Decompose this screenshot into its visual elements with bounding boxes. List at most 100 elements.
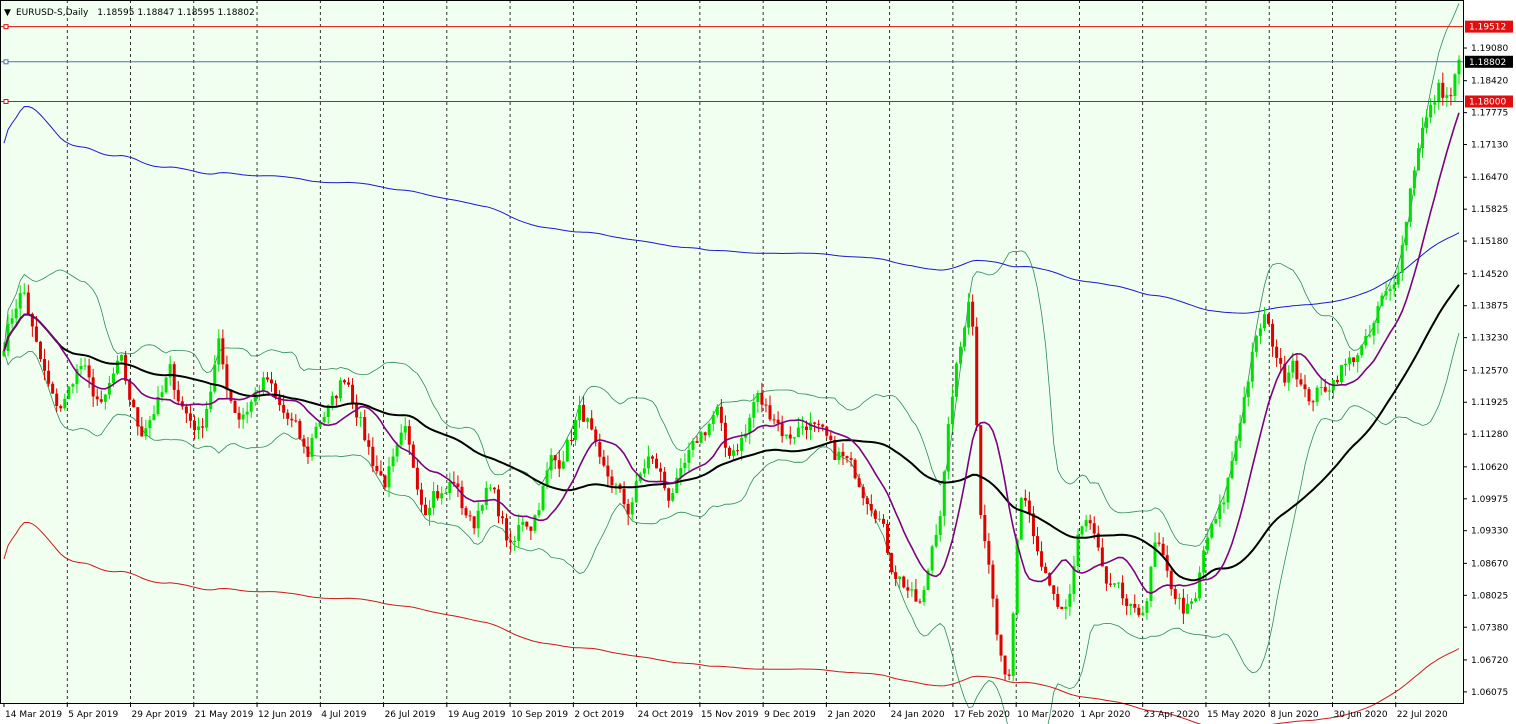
- candle-body: [346, 382, 350, 385]
- candle-body: [954, 363, 958, 397]
- candle-body: [1275, 346, 1279, 358]
- x-tick-label: 26 Jul 2019: [385, 710, 436, 720]
- candle-body: [800, 426, 804, 428]
- candle-body: [314, 426, 318, 438]
- candle-body: [322, 416, 326, 422]
- candle-body: [55, 393, 59, 407]
- candle-body: [582, 404, 586, 422]
- candle-body: [1064, 606, 1068, 609]
- x-tick-label: 24 Oct 2019: [638, 710, 694, 720]
- candle-body: [1234, 440, 1238, 461]
- candle-body: [958, 346, 962, 364]
- candle-body: [602, 456, 606, 466]
- candle-body: [1416, 148, 1420, 171]
- collapse-arrow-icon[interactable]: ▼: [4, 8, 11, 18]
- candle-body: [845, 456, 849, 459]
- candle-body: [1238, 423, 1242, 441]
- candle-body: [1392, 284, 1396, 289]
- candle-body: [1145, 601, 1149, 613]
- candle-body: [249, 401, 253, 412]
- y-tick-label: 1.07380: [1471, 623, 1508, 633]
- price-tag-label: 1.19512: [1469, 23, 1506, 33]
- candle-body: [436, 491, 440, 499]
- candle-body: [505, 518, 509, 541]
- candle-body: [1364, 335, 1368, 346]
- candle-body: [1210, 523, 1214, 538]
- candle-body: [756, 392, 760, 403]
- y-tick-label: 1.17130: [1471, 141, 1508, 151]
- candle-body: [144, 428, 148, 437]
- candle-body: [205, 408, 209, 428]
- candle-body: [841, 451, 845, 457]
- candle-body: [103, 394, 107, 402]
- candle-body: [298, 420, 302, 439]
- candle-body: [865, 498, 869, 505]
- candle-body: [306, 446, 310, 457]
- candle-body: [428, 507, 432, 516]
- candle-body: [1198, 572, 1202, 599]
- candle-body: [537, 510, 541, 516]
- candle-body: [910, 589, 914, 591]
- candle-body: [946, 424, 950, 472]
- candle-body: [407, 426, 411, 445]
- candle-body: [934, 534, 938, 547]
- candle-body: [2, 351, 6, 356]
- candle-body: [853, 459, 857, 479]
- candle-body: [727, 447, 731, 456]
- candle-body: [1190, 601, 1194, 604]
- candle-body: [825, 426, 829, 436]
- y-tick-label: 1.08025: [1471, 591, 1508, 601]
- candle-body: [51, 383, 55, 394]
- candle-body: [1202, 550, 1206, 573]
- level-handle: [3, 24, 9, 30]
- candle-body: [740, 437, 744, 451]
- candle-body: [310, 437, 314, 457]
- candle-body: [1068, 593, 1072, 607]
- candle-body: [367, 440, 371, 447]
- candle-body: [140, 426, 144, 437]
- candle-body: [395, 444, 399, 457]
- candle-body: [521, 521, 525, 525]
- candle-body: [245, 411, 249, 415]
- candle-body: [707, 423, 711, 436]
- candle-body: [432, 491, 436, 508]
- candle-body: [906, 587, 910, 591]
- candle-body: [655, 458, 659, 469]
- candle-body: [877, 518, 881, 520]
- candle-body: [715, 406, 719, 415]
- candle-body: [1129, 603, 1133, 606]
- candle-body: [472, 516, 476, 529]
- candle-body: [1396, 272, 1400, 285]
- candle-body: [1267, 314, 1271, 324]
- candle-body: [1052, 585, 1056, 594]
- candle-body: [1044, 566, 1048, 574]
- candle-body: [371, 446, 375, 466]
- candle-body: [1372, 323, 1376, 336]
- x-tick-label: 9 Dec 2019: [764, 710, 816, 720]
- candle-body: [1429, 104, 1433, 118]
- level-handle: [3, 59, 9, 65]
- price-chart[interactable]: 1.19512 1.18802 1.18000 1.19080 1.18420 1.17…: [0, 0, 1516, 724]
- candle-body: [918, 601, 922, 603]
- candle-body: [132, 399, 136, 408]
- candle-body: [549, 455, 553, 471]
- candle-body: [221, 338, 225, 365]
- candle-body: [1222, 502, 1226, 505]
- y-tick-label: 1.14520: [1471, 270, 1508, 280]
- candle-body: [334, 395, 338, 399]
- y-tick-label: 1.06720: [1471, 656, 1508, 666]
- candle-body: [1445, 95, 1449, 98]
- candle-body: [1157, 542, 1161, 544]
- candle-body: [1303, 384, 1307, 390]
- candle-body: [922, 589, 926, 603]
- candle-body: [1104, 566, 1108, 584]
- candle-body: [683, 462, 687, 469]
- candle-body: [476, 510, 480, 529]
- candle-body: [1007, 674, 1011, 676]
- candle-body: [1404, 221, 1408, 246]
- candle-body: [403, 426, 407, 433]
- candle-body: [557, 460, 561, 469]
- y-tick-label: 1.11280: [1471, 430, 1508, 440]
- candle-body: [634, 481, 638, 503]
- candle-body: [330, 395, 334, 406]
